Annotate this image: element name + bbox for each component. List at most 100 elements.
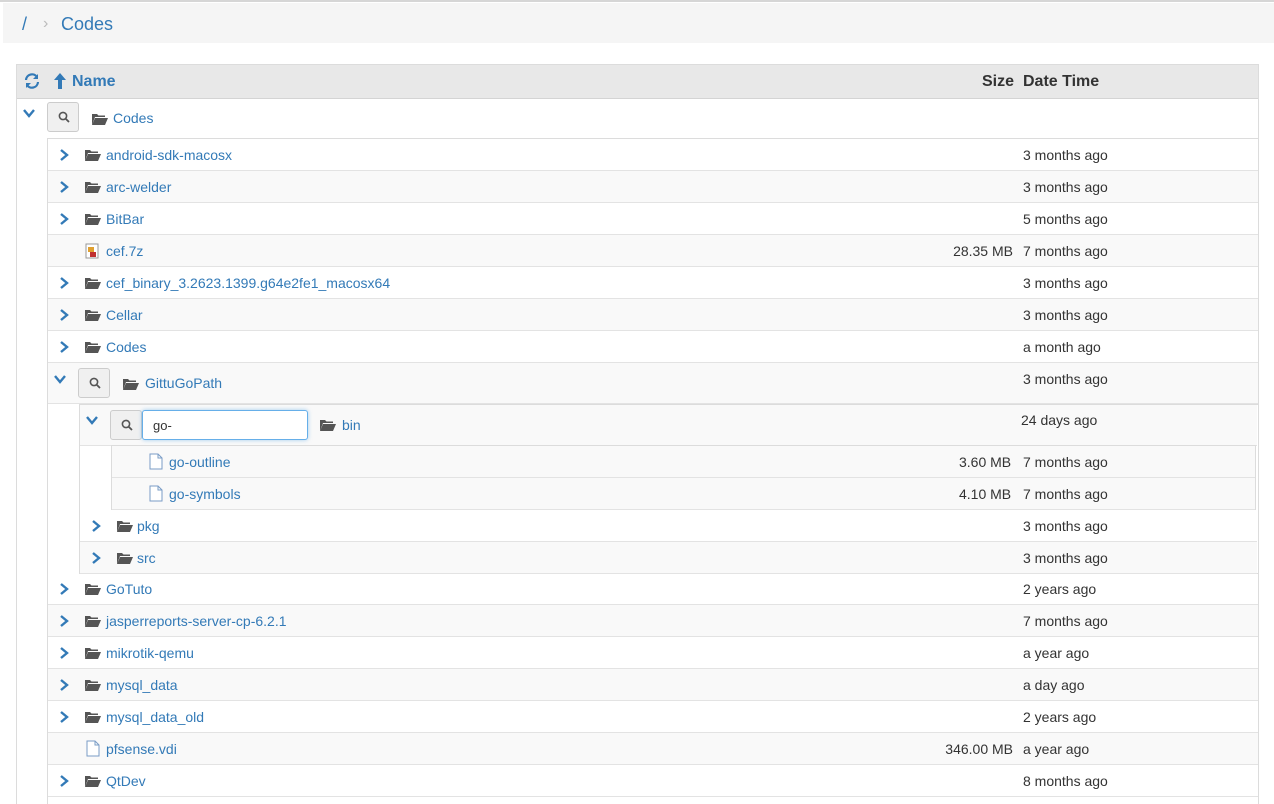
row-name[interactable]: mysql_data_old [106, 709, 204, 725]
table-row[interactable]: android-sdk-macosx 3 months ago [48, 139, 1258, 171]
row-date: 7 months ago [1023, 243, 1108, 259]
chevron-right-icon[interactable] [58, 679, 70, 691]
row-date: 3 months ago [1023, 307, 1108, 323]
row-name[interactable]: jasperreports-server-cp-6.2.1 [106, 613, 287, 629]
table-row[interactable]: src 3 months ago [80, 542, 1257, 574]
folder-open-icon [92, 114, 108, 125]
table-row[interactable]: go-symbols 4.10 MB 7 months ago [112, 478, 1255, 510]
row-name[interactable]: cef.7z [106, 243, 143, 259]
row-name[interactable]: bin [342, 417, 361, 433]
search-icon [58, 111, 70, 123]
file-icon [149, 485, 163, 502]
table-row[interactable]: jasperreports-server-cp-6.2.1 7 months a… [48, 605, 1258, 637]
folder-open-icon [85, 712, 101, 723]
row-date: a year ago [1023, 741, 1090, 757]
folder-open-icon [85, 616, 101, 627]
expanded-folder-row[interactable]: bin 24 days ago [80, 405, 1257, 446]
folder-open-icon [85, 214, 101, 225]
table-row[interactable]: mysql_data_old 2 years ago [48, 701, 1258, 733]
breadcrumb-separator-icon: › [43, 15, 49, 32]
chevron-right-icon[interactable] [90, 552, 102, 564]
chevron-down-icon[interactable] [23, 107, 35, 119]
chevron-right-icon[interactable] [58, 615, 70, 627]
chevron-right-icon[interactable] [58, 583, 70, 595]
chevron-right-icon[interactable] [58, 149, 70, 161]
row-name[interactable]: android-sdk-macosx [106, 147, 232, 163]
filter-input[interactable] [142, 410, 308, 440]
table-row[interactable]: go-outline 3.60 MB 7 months ago [112, 446, 1255, 478]
file-icon [86, 740, 100, 757]
column-header-size[interactable]: Size [982, 73, 1014, 91]
row-name[interactable]: Codes [106, 339, 146, 355]
chevron-right-icon[interactable] [58, 647, 70, 659]
table-row[interactable]: arc-welder 3 months ago [48, 171, 1258, 203]
row-size: 346.00 MB [945, 741, 1013, 757]
file-icon [149, 453, 163, 470]
table-row[interactable]: cef.7z 28.35 MB 7 months ago [48, 235, 1258, 267]
row-name[interactable]: BitBar [106, 211, 144, 227]
row-name[interactable]: pfsense.vdi [106, 741, 177, 757]
chevron-right-icon[interactable] [90, 520, 102, 532]
expanded-folder-row[interactable]: GittuGoPath 3 months ago [48, 363, 1258, 404]
archive-file-icon [85, 243, 99, 259]
search-button[interactable] [110, 410, 142, 440]
row-name[interactable]: src [137, 550, 156, 566]
row-date: 7 months ago [1023, 613, 1108, 629]
row-date: 3 months ago [1023, 275, 1108, 291]
table-row[interactable]: BitBar 5 months ago [48, 203, 1258, 235]
folder-open-icon [85, 584, 101, 595]
row-date: 3 months ago [1023, 371, 1108, 387]
file-tree-table: Name Size Date Time Codes android-sdk-ma… [16, 64, 1259, 804]
column-header-datetime[interactable]: Date Time [1023, 73, 1099, 91]
folder-open-icon [117, 521, 133, 532]
refresh-icon[interactable] [23, 72, 41, 90]
chevron-down-icon[interactable] [86, 414, 98, 426]
row-name[interactable]: mysql_data [106, 677, 178, 693]
search-button[interactable] [47, 102, 79, 132]
row-date: 3 months ago [1023, 179, 1108, 195]
folder-open-icon [85, 150, 101, 161]
chevron-right-icon[interactable] [58, 341, 70, 353]
row-date: 2 years ago [1023, 581, 1097, 597]
table-row[interactable]: GoTuto 2 years ago [48, 573, 1258, 605]
folder-open-icon [85, 278, 101, 289]
chevron-right-icon[interactable] [58, 711, 70, 723]
table-row[interactable]: Codes a month ago [48, 331, 1258, 363]
chevron-down-icon[interactable] [54, 373, 66, 385]
row-name[interactable]: go-outline [169, 454, 231, 470]
row-name[interactable]: go-symbols [169, 486, 241, 502]
table-row[interactable]: mikrotik-qemu a year ago [48, 637, 1258, 669]
row-size: 4.10 MB [959, 486, 1012, 502]
column-header-name[interactable]: Name [72, 73, 116, 91]
table-row[interactable]: pkg 3 months ago [80, 510, 1257, 542]
breadcrumb-root-link[interactable]: / [22, 14, 27, 35]
table-row[interactable]: QtDev 8 months ago [48, 765, 1258, 797]
root-folder-name[interactable]: Codes [113, 110, 153, 126]
row-date: 3 months ago [1023, 147, 1108, 163]
row-name[interactable]: pkg [137, 518, 160, 534]
table-row[interactable]: Cellar 3 months ago [48, 299, 1258, 331]
row-name[interactable]: cef_binary_3.2623.1399.g64e2fe1_macosx64 [106, 275, 390, 291]
row-name[interactable]: arc-welder [106, 179, 171, 195]
chevron-right-icon[interactable] [58, 775, 70, 787]
row-name[interactable]: mikrotik-qemu [106, 645, 194, 661]
search-button[interactable] [78, 368, 110, 398]
table-row[interactable]: cef_binary_3.2623.1399.g64e2fe1_macosx64… [48, 267, 1258, 299]
row-name[interactable]: GittuGoPath [145, 375, 222, 391]
folder-open-icon [85, 310, 101, 321]
chevron-right-icon[interactable] [58, 277, 70, 289]
row-name[interactable]: QtDev [106, 773, 146, 789]
row-date: 3 months ago [1023, 518, 1108, 534]
row-date: a day ago [1023, 677, 1085, 693]
row-size: 28.35 MB [953, 243, 1013, 259]
breadcrumb-current-link[interactable]: Codes [61, 14, 113, 35]
table-row[interactable]: pfsense.vdi 346.00 MB a year ago [48, 733, 1258, 765]
chevron-right-icon[interactable] [58, 309, 70, 321]
chevron-right-icon[interactable] [58, 213, 70, 225]
row-name[interactable]: Cellar [106, 307, 143, 323]
row-name[interactable]: GoTuto [106, 581, 152, 597]
sort-ascending-icon[interactable] [53, 72, 67, 90]
row-date: 24 days ago [1021, 412, 1098, 428]
chevron-right-icon[interactable] [58, 181, 70, 193]
table-row[interactable]: mysql_data a day ago [48, 669, 1258, 701]
